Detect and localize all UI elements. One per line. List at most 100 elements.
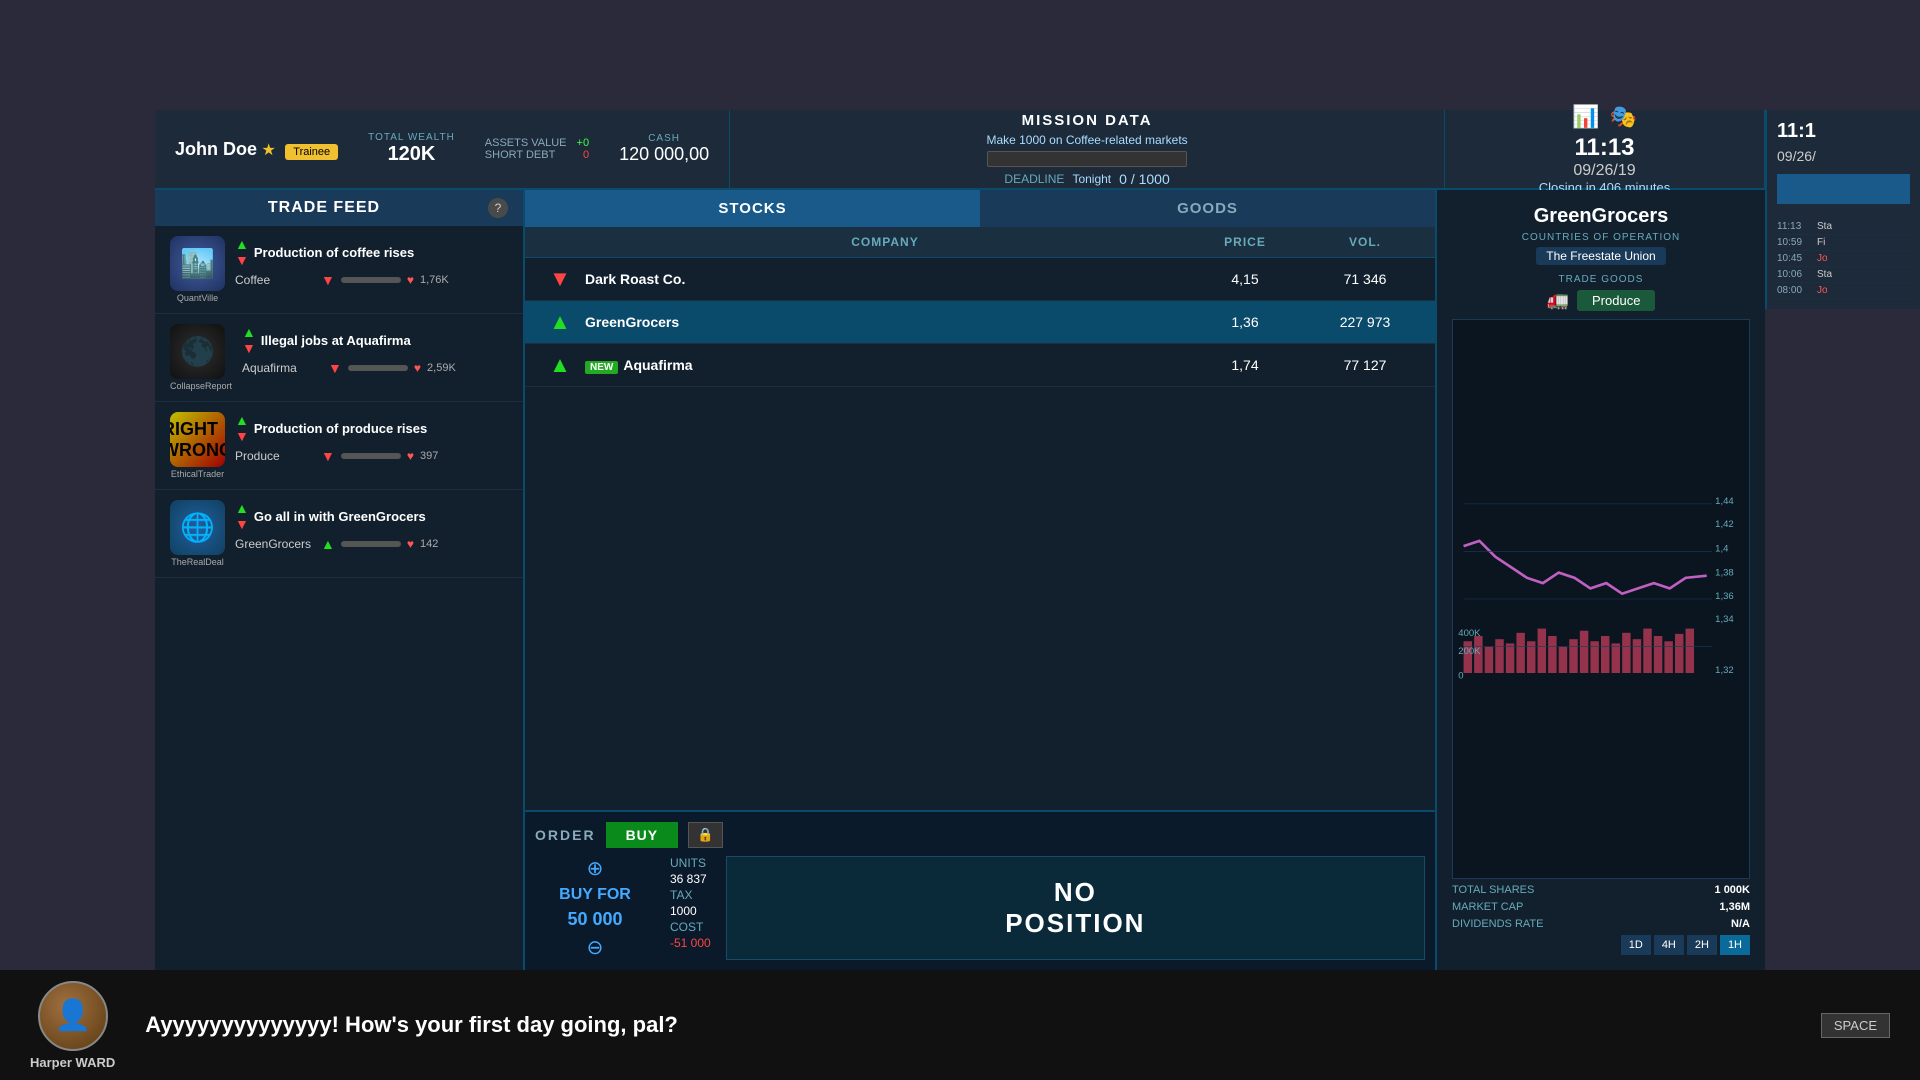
feed-arrows-3: ▲ ▼ (235, 500, 249, 532)
deadline-label: DEADLINE (1004, 172, 1064, 186)
time-btn-4h[interactable]: 4H (1654, 935, 1684, 955)
mask-icon: 🎭 (1610, 104, 1637, 130)
time-btn-1d[interactable]: 1D (1621, 935, 1651, 955)
feed-avatar-collapse: 🌑 (170, 324, 225, 379)
right-active-bar (1777, 174, 1910, 204)
feed-avatar-quantville: 🏙️ (170, 236, 225, 291)
buy-button[interactable]: BUY (606, 822, 679, 848)
chart-icon: 📊 (1572, 104, 1599, 130)
cost-row: COST (670, 920, 711, 934)
th-vol: VOL. (1305, 235, 1425, 249)
feed-item-ethical[interactable]: RIGHTWRONG EthicalTrader ▲ ▼ Production … (155, 402, 523, 490)
player-info: John Doe ★ Trainee TOTAL WEALTH 120K ASS… (155, 110, 730, 188)
feed-bar-1 (348, 365, 408, 371)
feed-headline-1: ▲ ▼ Illegal jobs at Aquafirma (242, 324, 508, 356)
increment-button[interactable]: ⊕ (587, 856, 604, 881)
arrow-up-icon-2: ▲ (235, 412, 249, 428)
feed-content-2: ▲ ▼ Production of produce rises Produce … (235, 412, 508, 464)
right-log: 11:13 Sta 10:59 Fi 10:45 Jo 10:06 Sta 08… (1777, 219, 1910, 299)
feed-arrows-2: ▲ ▼ (235, 412, 249, 444)
goods-tab[interactable]: GOODS (980, 190, 1435, 227)
lock-button[interactable]: 🔒 (688, 822, 723, 848)
assets-label: ASSETS VALUE (485, 137, 567, 149)
stock-trend-icon-0: ▼ (321, 272, 335, 288)
order-body: ⊕ BUY FOR 50 000 ⊖ UNITS 36 837 TAX (535, 856, 1425, 960)
arrow-down-icon: ▼ (235, 252, 249, 268)
debt-value: 0 (583, 149, 589, 161)
arrow-up-icon-1: ▲ (242, 324, 256, 340)
feed-title-0: Production of coffee rises (254, 245, 414, 260)
feed-avatar-ethical: RIGHTWRONG (170, 412, 225, 467)
no-position-box: NOPOSITION (726, 856, 1425, 960)
speaker-name: Harper WARD (30, 1055, 115, 1070)
trade-feed-header: TRADE FEED ? (155, 190, 523, 226)
space-button[interactable]: SPACE (1821, 1013, 1890, 1038)
units-value-row: 36 837 (670, 872, 711, 886)
right-clock-date: 09/26/ (1777, 148, 1910, 164)
stocks-tab[interactable]: STOCKS (525, 190, 980, 227)
row-vol-0: 71 346 (1305, 271, 1425, 287)
feed-likes-3: 142 (420, 538, 438, 550)
feed-stock-name-3: GreenGrocers (235, 537, 315, 551)
table-row-2[interactable]: ▲ NEWAquafirma 1,74 77 127 (525, 344, 1435, 387)
feed-item-collapse[interactable]: 🌑 CollapseReport ▲ ▼ Illegal jobs at Aqu… (155, 314, 523, 402)
tax-value: 1000 (670, 904, 697, 918)
decrement-button[interactable]: ⊖ (587, 935, 604, 960)
feed-item-quantville[interactable]: 🏙️ QuantVille ▲ ▼ Production of coffee r… (155, 226, 523, 314)
help-icon[interactable]: ? (488, 198, 508, 218)
arrow-up-icon: ▲ (235, 236, 249, 252)
mission-section: MISSION DATA Make 1000 on Coffee-related… (730, 110, 1445, 188)
stock-trend-icon-1: ▼ (328, 360, 342, 376)
debt-row: SHORT DEBT 0 (485, 149, 589, 161)
feed-arrows-1: ▲ ▼ (242, 324, 256, 356)
feed-likes-0: 1,76K (420, 274, 449, 286)
assets-row: ASSETS VALUE +0 (485, 137, 589, 149)
feed-stock-name-1: Aquafirma (242, 361, 322, 375)
chat-message: Ayyyyyyyyyyyyyy! How's your first day go… (145, 1012, 1791, 1038)
stock-chart: 1,44 1,42 1,4 1,38 1,36 1,34 1,32 400K 2… (1452, 319, 1750, 879)
row-name-1: GreenGrocers (585, 314, 1185, 330)
feed-likes-1: 2,59K (427, 362, 456, 374)
units-label: UNITS (670, 856, 706, 870)
table-spacer (525, 387, 1435, 810)
feed-stock-row-0: Coffee ▼ ♥ 1,76K (235, 272, 508, 288)
time-period-buttons: 1D 4H 2H 1H (1452, 935, 1750, 955)
svg-text:1,34: 1,34 (1715, 614, 1734, 625)
player-name: John Doe (175, 139, 257, 159)
mission-title: MISSION DATA (1022, 112, 1153, 129)
feed-bar-3 (341, 541, 401, 547)
units-row: UNITS (670, 856, 711, 870)
main-ui: John Doe ★ Trainee TOTAL WEALTH 120K ASS… (155, 110, 1765, 970)
cost-label: COST (670, 920, 703, 934)
stocks-goods-tabs: STOCKS GOODS (525, 190, 1435, 227)
arrow-up-icon-3: ▲ (235, 500, 249, 516)
player-rank: Trainee (285, 144, 338, 160)
trade-feed-panel: TRADE FEED ? 🏙️ QuantVille ▲ ▼ (155, 190, 525, 970)
time-btn-2h[interactable]: 2H (1687, 935, 1717, 955)
debt-label: SHORT DEBT (485, 149, 556, 161)
tax-value-row: 1000 (670, 904, 711, 918)
table-row-0[interactable]: ▼ Dark Roast Co. 4,15 71 346 (525, 258, 1435, 301)
total-shares-value: 1 000K (1604, 884, 1751, 896)
row-trend-icon-2: ▲ (535, 352, 585, 378)
row-name-2: NEWAquafirma (585, 357, 1185, 373)
feed-item-realdeal[interactable]: 🌐 TheRealDeal ▲ ▼ Go all in with GreenGr… (155, 490, 523, 578)
cash-section: CASH 120 000,00 (619, 133, 709, 165)
order-header: ORDER BUY 🔒 (535, 822, 1425, 848)
arrow-down-icon-2: ▼ (235, 428, 249, 444)
order-details: UNITS 36 837 TAX 1000 COST (670, 856, 711, 960)
right-clock-time: 11:1 (1777, 120, 1910, 143)
time-btn-1h[interactable]: 1H (1720, 935, 1750, 955)
feed-source-2: EthicalTrader (170, 469, 225, 479)
clock-time: 11:13 (1574, 134, 1634, 162)
arrow-down-icon-1: ▼ (242, 340, 256, 356)
log-entry-4: 08:00 Jo (1777, 283, 1910, 299)
svg-text:1,4: 1,4 (1715, 543, 1728, 554)
no-position-text: NOPOSITION (1005, 877, 1145, 939)
deadline-value: Tonight (1072, 172, 1111, 186)
table-row-1[interactable]: ▲ GreenGrocers 1,36 227 973 (525, 301, 1435, 344)
units-value: 36 837 (670, 872, 707, 886)
buy-for-amount: 50 000 (567, 909, 622, 930)
feed-arrows-0: ▲ ▼ (235, 236, 249, 268)
center-panel: STOCKS GOODS COMPANY PRICE VOL. ▼ Dark R… (525, 190, 1435, 970)
